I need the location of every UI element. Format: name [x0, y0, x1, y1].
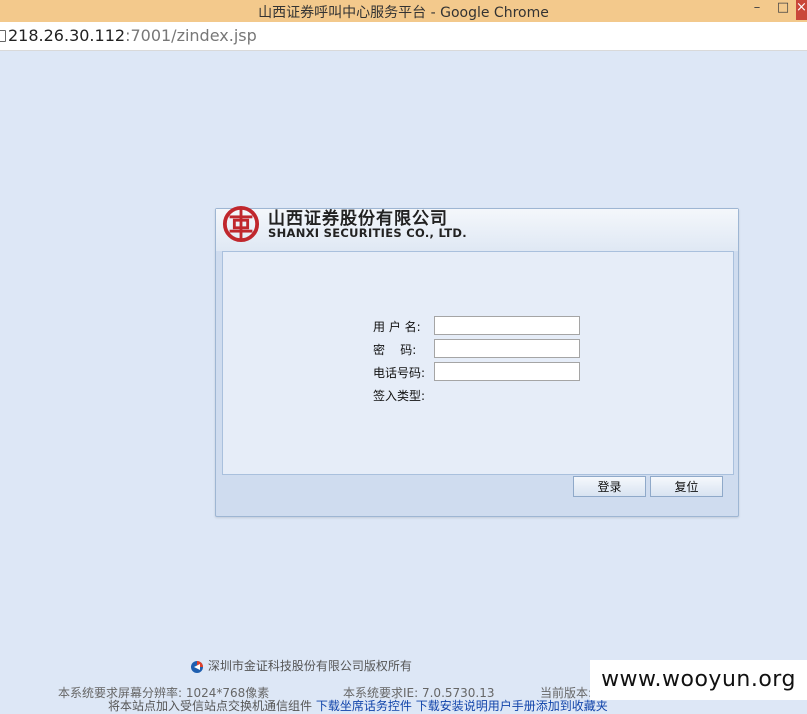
url-host: 218.26.30.112 [8, 26, 126, 45]
phone-label: 电话号码: [373, 366, 426, 380]
brand-banner: 山西证券股份有限公司 SHANXI SECURITIES CO., LTD. [216, 205, 738, 251]
window-title: 山西证券呼叫中心服务平台 - Google Chrome [258, 5, 549, 21]
download-controls-link[interactable]: 下载坐席话务控件 [316, 699, 412, 713]
close-button[interactable]: × [796, 0, 807, 20]
reset-button[interactable]: 复位 [650, 476, 723, 497]
password-label: 密 码: [373, 343, 417, 357]
window-title-bar: 山西证券呼叫中心服务平台 - Google Chrome – □ × [0, 0, 807, 23]
address-bar[interactable]: 218.26.30.112:7001/zindex.jsp [0, 22, 807, 51]
username-label: 用 户 名: [373, 320, 421, 334]
url-path: :7001/zindex.jsp [125, 26, 257, 45]
trusted-site-note: 将本站点加入受信站点交换机通信组件 [108, 699, 313, 713]
minimize-button[interactable]: – [746, 0, 768, 20]
company-name-en: SHANXI SECURITIES CO., LTD. [268, 226, 467, 240]
copyright-text: 深圳市金证科技股份有限公司版权所有 [207, 659, 412, 673]
watermark: www.wooyun.org [590, 660, 807, 700]
phone-input[interactable] [434, 362, 580, 381]
login-form-area: 用 户 名: 密 码: 电话号码: 签入类型: [222, 251, 734, 475]
download-manual-link[interactable]: 下载安装说明用户手册添加到收藏夹 [416, 699, 608, 713]
login-type-label: 签入类型: [373, 389, 426, 403]
password-input[interactable] [434, 339, 580, 358]
page-info-icon[interactable] [0, 30, 6, 42]
maximize-button[interactable]: □ [772, 0, 794, 20]
login-button[interactable]: 登录 [573, 476, 646, 497]
username-input[interactable] [434, 316, 580, 335]
kingdom-logo-icon [191, 660, 203, 673]
url-text[interactable]: 218.26.30.112:7001/zindex.jsp [8, 26, 257, 45]
download-links-line: 将本站点加入受信站点交换机通信组件 下载坐席话务控件 下载安装说明用户手册添加到… [108, 697, 608, 714]
copyright-line: 深圳市金证科技股份有限公司版权所有 [190, 657, 412, 674]
login-panel: 山西证券股份有限公司 SHANXI SECURITIES CO., LTD. 用… [215, 205, 739, 517]
shanxi-securities-logo-icon [222, 205, 260, 243]
